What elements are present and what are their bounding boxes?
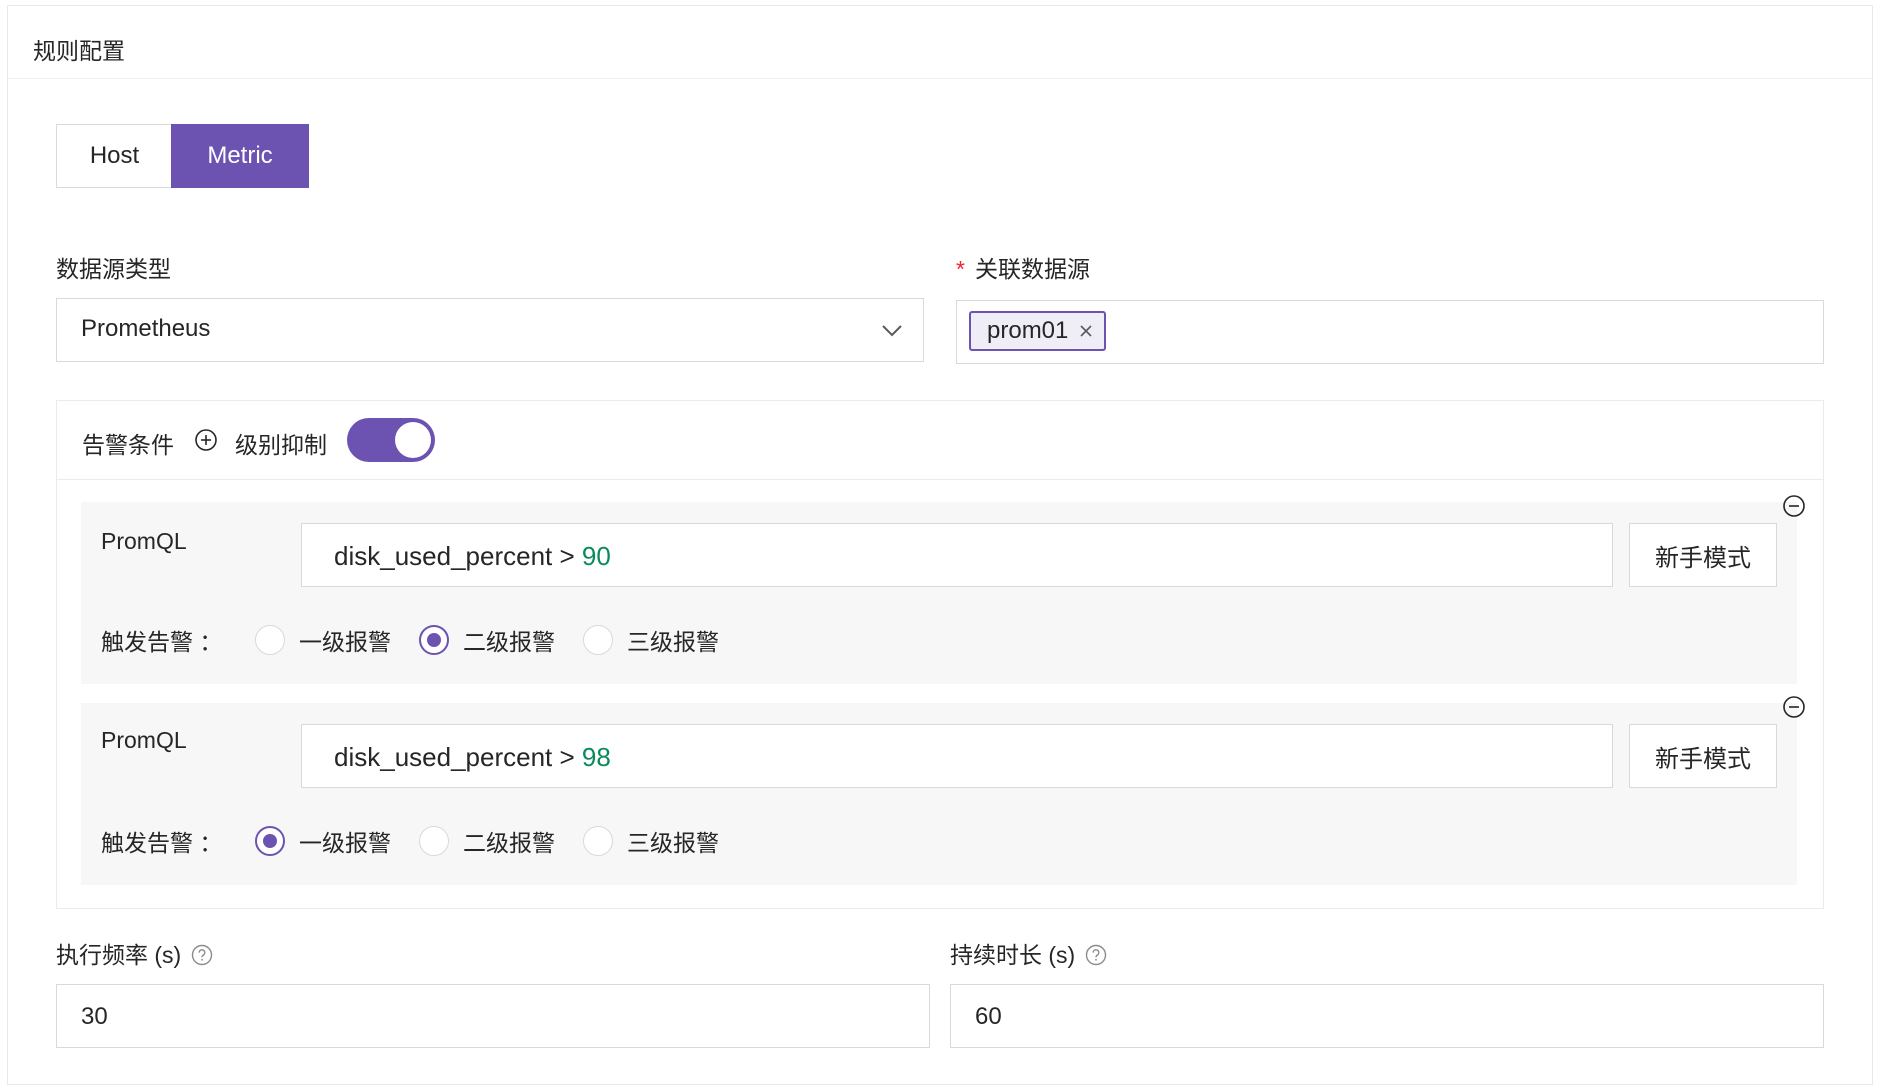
plus-circle-icon[interactable] — [194, 428, 218, 452]
promql-threshold: 98 — [581, 742, 611, 772]
datasource-tag: prom01 — [969, 311, 1107, 351]
level-1-radio[interactable]: 一级报警 — [255, 824, 391, 858]
promql-query: disk_used_percent > 98 — [334, 742, 611, 773]
level-2-radio[interactable]: 二级报警 — [419, 824, 555, 858]
trigger-alert-label: 触发告警 ： — [101, 629, 223, 655]
level-2-label: 二级报警 — [463, 629, 555, 655]
metric-mode-button[interactable]: Metric — [171, 124, 309, 188]
trigger-alert-label: 触发告警 ： — [101, 830, 223, 856]
alert-conditions-header: 告警条件 级别抑制 — [57, 401, 1823, 480]
datasource-tag-label: prom01 — [987, 317, 1069, 344]
question-circle-icon[interactable] — [1085, 944, 1107, 966]
datasource-type-select[interactable]: Prometheus — [56, 298, 924, 362]
alert-conditions-panel: 告警条件 级别抑制 PromQL disk_used_percent > 90 … — [56, 400, 1824, 909]
question-circle-icon[interactable] — [191, 944, 213, 966]
duration-value: 60 — [975, 1003, 1002, 1030]
related-datasource-select[interactable]: prom01 — [956, 300, 1824, 364]
promql-input[interactable]: disk_used_percent > 90 — [301, 523, 1613, 587]
level-suppress-label: 级别抑制 — [235, 432, 327, 458]
radio-circle — [583, 826, 613, 856]
level-3-radio[interactable]: 三级报警 — [583, 824, 719, 858]
level-1-label: 一级报警 — [299, 629, 391, 655]
exec-frequency-input[interactable]: 30 — [56, 984, 930, 1048]
promql-label: PromQL — [101, 528, 187, 554]
promql-input[interactable]: disk_used_percent > 98 — [301, 724, 1613, 788]
level-2-radio[interactable]: 二级报警 — [419, 623, 555, 657]
minus-circle-icon[interactable] — [1782, 494, 1806, 518]
level-2-label: 二级报警 — [463, 830, 555, 856]
exec-frequency-label-text: 执行频率 (s) — [56, 942, 182, 968]
card-title: 规则配置 — [33, 38, 125, 64]
level-3-radio[interactable]: 三级报警 — [583, 623, 719, 657]
exec-frequency-value: 30 — [81, 1003, 108, 1030]
related-datasource-label-text: 关联数据源 — [974, 256, 1090, 282]
toggle-knob — [395, 422, 431, 458]
radio-circle — [255, 625, 285, 655]
trigger-level-group: 触发告警 ： 一级报警 二级报警 三级报警 — [101, 622, 747, 658]
promql-query-expression: disk_used_percent > — [334, 742, 582, 772]
promql-threshold: 90 — [581, 541, 611, 571]
promql-label: PromQL — [101, 727, 187, 753]
condition-rule: PromQL disk_used_percent > 90 新手模式 触发告警 … — [81, 502, 1797, 684]
radio-circle-checked — [255, 826, 285, 856]
level-3-label: 三级报警 — [627, 629, 719, 655]
novice-mode-button[interactable]: 新手模式 — [1629, 724, 1777, 788]
datasource-type-value: Prometheus — [81, 315, 211, 342]
alert-conditions-label: 告警条件 — [82, 432, 174, 458]
datasource-type-label: 数据源类型 — [56, 256, 171, 282]
duration-label: 持续时长 (s) — [950, 936, 1107, 970]
duration-input[interactable]: 60 — [950, 984, 1824, 1048]
duration-label-text: 持续时长 (s) — [950, 942, 1076, 968]
minus-circle-icon[interactable] — [1782, 695, 1806, 719]
required-mark: * — [956, 256, 965, 282]
radio-circle — [419, 826, 449, 856]
chevron-down-icon — [882, 325, 902, 337]
exec-frequency-label: 执行频率 (s) — [56, 936, 213, 970]
level-3-label: 三级报警 — [627, 830, 719, 856]
condition-rule: PromQL disk_used_percent > 98 新手模式 触发告警 … — [81, 703, 1797, 885]
promql-query: disk_used_percent > 90 — [334, 541, 611, 572]
radio-circle-checked — [419, 625, 449, 655]
host-mode-button[interactable]: Host — [56, 124, 172, 188]
card-header: 规则配置 — [8, 6, 1872, 79]
related-datasource-label: * 关联数据源 — [956, 250, 1090, 284]
promql-query-expression: disk_used_percent > — [334, 541, 582, 571]
radio-circle — [583, 625, 613, 655]
level-1-radio[interactable]: 一级报警 — [255, 623, 391, 657]
level-1-label: 一级报警 — [299, 830, 391, 856]
novice-mode-button[interactable]: 新手模式 — [1629, 523, 1777, 587]
level-suppress-toggle[interactable] — [347, 418, 435, 462]
close-icon[interactable] — [1078, 323, 1094, 339]
trigger-level-group: 触发告警 ： 一级报警 二级报警 三级报警 — [101, 823, 747, 859]
